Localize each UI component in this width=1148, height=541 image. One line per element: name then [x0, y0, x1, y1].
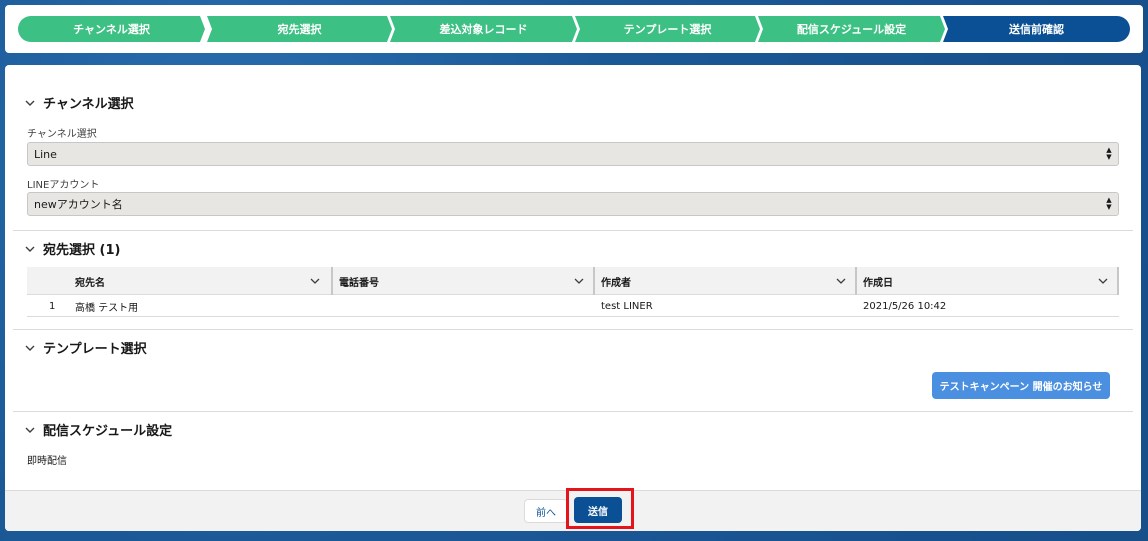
- section-title-template: テンプレート選択: [43, 342, 147, 357]
- channel-label: チャンネル選択: [27, 129, 97, 140]
- column-header-created-date-label: 作成日: [863, 277, 893, 289]
- divider: [13, 230, 1133, 231]
- step-schedule-setting[interactable]: 配信スケジュール設定: [758, 16, 945, 42]
- column-header-phone[interactable]: 電話番号: [333, 267, 593, 295]
- divider: [13, 411, 1133, 412]
- select-arrows-icon: ▲ ▼: [1106, 146, 1112, 161]
- chevron-down-icon: [25, 345, 35, 351]
- channel-select-value: Line: [34, 147, 57, 161]
- cell-created-date: 2021/5/26 10:42: [863, 300, 947, 312]
- channel-select[interactable]: Line ▲ ▼: [27, 142, 1119, 166]
- send-button[interactable]: 送信: [574, 497, 622, 523]
- step-merge-record[interactable]: 差込対象レコード: [390, 16, 577, 42]
- chevron-down-icon: [310, 278, 320, 284]
- main-card: チャンネル選択 チャンネル選択 Line ▲ ▼ LINEアカウント newアカウ…: [5, 65, 1141, 531]
- line-account-label: LINEアカウント: [27, 180, 100, 191]
- line-account-value: newアカウント名: [34, 198, 123, 211]
- select-arrows-icon: ▲ ▼: [1106, 196, 1112, 211]
- chevron-down-icon: [25, 100, 35, 106]
- progress-steps: チャンネル選択 宛先選択 差込対象レコード テンプレート選択 配信スケジュール設…: [18, 16, 1130, 42]
- section-header-channel[interactable]: チャンネル選択: [23, 93, 134, 112]
- line-account-select[interactable]: newアカウント名 ▲ ▼: [27, 192, 1119, 216]
- table-header-row: 宛先名 電話番号 作成者 作成日: [27, 267, 1119, 295]
- cell-phone: [333, 295, 593, 317]
- column-header-name-label: 宛先名: [75, 277, 105, 289]
- section-header-template[interactable]: テンプレート選択: [23, 338, 147, 357]
- chevron-down-icon: [25, 427, 35, 433]
- table-row: 1 高橋 テスト用 test LINER 2021/5/26 10:42: [27, 295, 1119, 317]
- column-header-created-date[interactable]: 作成日: [857, 267, 1117, 295]
- column-header-created-by-label: 作成者: [601, 277, 631, 289]
- recipient-table: 宛先名 電話番号 作成者 作成日 1 高橋 テスト用 test LINER 20…: [27, 267, 1119, 317]
- section-title-channel: チャンネル選択: [43, 97, 134, 112]
- step-pre-send-confirm[interactable]: 送信前確認: [943, 16, 1130, 42]
- progress-bar: チャンネル選択 宛先選択 差込対象レコード テンプレート選択 配信スケジュール設…: [5, 5, 1143, 53]
- section-header-recipient[interactable]: 宛先選択 (1): [23, 239, 120, 258]
- step-recipient-select[interactable]: 宛先選択: [207, 16, 392, 42]
- section-title-schedule: 配信スケジュール設定: [43, 424, 173, 439]
- chevron-down-icon: [25, 246, 35, 252]
- column-resize-handle[interactable]: [1117, 267, 1119, 295]
- cell-name: 高橋 テスト用: [75, 302, 139, 314]
- section-header-schedule[interactable]: 配信スケジュール設定: [23, 420, 172, 439]
- step-template-select[interactable]: テンプレート選択: [575, 16, 760, 42]
- column-header-created-by[interactable]: 作成者: [595, 267, 855, 295]
- step-channel-select[interactable]: チャンネル選択: [18, 16, 205, 42]
- schedule-value: 即時配信: [27, 456, 67, 467]
- prev-button[interactable]: 前へ: [524, 499, 568, 523]
- section-title-recipient: 宛先選択 (1): [43, 243, 121, 258]
- column-header-phone-label: 電話番号: [339, 277, 379, 289]
- row-number: 1: [49, 300, 56, 312]
- chevron-down-icon: [836, 278, 846, 284]
- chevron-down-icon: [1098, 278, 1108, 284]
- column-header-name[interactable]: 宛先名: [69, 267, 329, 295]
- chevron-down-icon: [574, 278, 584, 284]
- cell-created-by: test LINER: [601, 300, 653, 312]
- footer-bar: 前へ 送信: [5, 488, 1141, 531]
- template-button[interactable]: テストキャンペーン 開催のお知らせ: [932, 372, 1110, 399]
- divider: [13, 329, 1133, 330]
